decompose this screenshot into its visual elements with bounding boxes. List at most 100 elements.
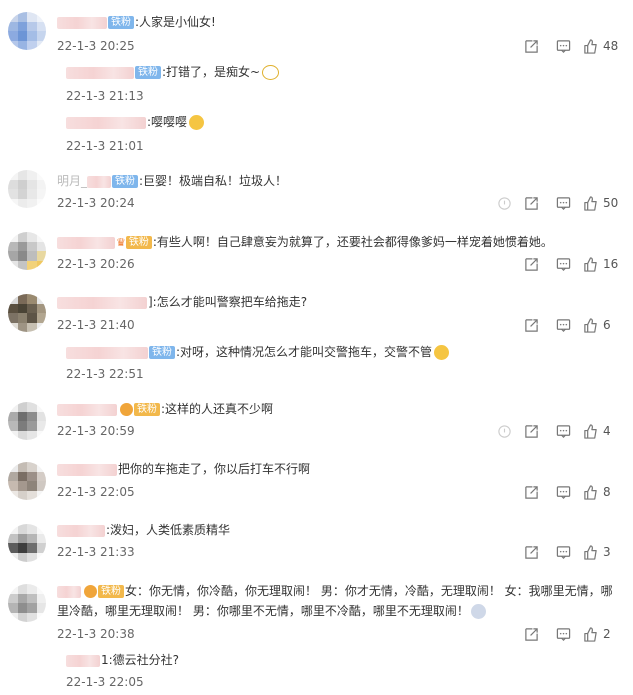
- comment-text: 把你的车拖走了，你以后打车不行啊: [118, 462, 311, 476]
- avatar[interactable]: [8, 170, 46, 208]
- comment-icon[interactable]: [547, 483, 579, 501]
- username[interactable]: [57, 524, 105, 537]
- avatar[interactable]: [8, 584, 46, 622]
- comment-text: :有些人啊！自己肆意妄为就算了，还要社会都得像爹妈一样宠着她惯着她。: [152, 235, 553, 249]
- comment-text-line-2: 里冷酷，哪里无理取闹！ 男：你哪里不无情，哪里不冷酷，哪里不无理取闹！: [57, 604, 469, 618]
- share-icon[interactable]: [515, 255, 547, 273]
- fan-badge: 铁粉: [125, 236, 152, 249]
- fan-badge: 铁粉: [112, 175, 139, 188]
- username[interactable]: [66, 346, 148, 359]
- fan-badge: 铁粉: [134, 403, 160, 416]
- fan-badge: 铁粉: [108, 16, 134, 29]
- comment-icon[interactable]: [547, 422, 579, 440]
- share-icon[interactable]: [515, 625, 547, 643]
- avatar[interactable]: [8, 294, 46, 332]
- username[interactable]: [66, 116, 146, 129]
- dog-emoji-icon: [434, 345, 450, 360]
- like-count: 4: [603, 424, 611, 438]
- like-icon[interactable]: [579, 422, 601, 440]
- crown-icon: ♛: [116, 235, 126, 249]
- reply-text: :对呀，这种情况怎么才能叫交警拖车，交警不管: [176, 345, 433, 359]
- username[interactable]: [87, 175, 112, 188]
- avatar[interactable]: [8, 524, 46, 562]
- comment-text: ]:怎么才能叫警察把车给拖走?: [148, 295, 308, 309]
- comment-date: 22-1-3 20:25: [57, 39, 135, 53]
- like-icon[interactable]: [579, 316, 601, 334]
- comment-actions: 6: [515, 316, 619, 334]
- more-icon[interactable]: [493, 194, 515, 212]
- like-count: 6: [603, 318, 611, 332]
- comment-actions: 48: [515, 37, 619, 55]
- username-fragment[interactable]: 明月_: [57, 174, 87, 188]
- comment-text-line-1: 女：你无情，你冷酷，你无理取闹！ 男：你才无情，冷酷，无理取闹！ 女：我哪里无情…: [125, 584, 613, 598]
- comment-icon[interactable]: [547, 255, 579, 273]
- comment-actions: 2: [515, 625, 619, 643]
- comment-text: :泼妇，人类低素质精华: [106, 523, 231, 537]
- avatar[interactable]: [8, 462, 46, 500]
- heart-eyes-emoji-icon: [84, 585, 97, 598]
- username[interactable]: [57, 403, 117, 416]
- heart-eyes-emoji-icon: [120, 403, 133, 416]
- like-icon[interactable]: [579, 194, 601, 212]
- dog-emoji-icon: [189, 115, 205, 130]
- like-count: 2: [603, 627, 611, 641]
- reply-date: 22-1-3 21:01: [66, 139, 144, 153]
- comment-icon[interactable]: [547, 625, 579, 643]
- share-icon[interactable]: [515, 422, 547, 440]
- username[interactable]: [57, 236, 115, 249]
- avatar[interactable]: [8, 12, 46, 50]
- reply-date: 22-1-3 22:51: [66, 367, 144, 381]
- username[interactable]: [57, 296, 147, 309]
- reply-text: 1:德云社分社?: [101, 653, 180, 667]
- comment-actions: 4: [493, 422, 619, 440]
- comment-date: 22-1-3 22:05: [57, 485, 135, 499]
- comment-actions: 16: [515, 255, 619, 273]
- share-icon[interactable]: [515, 543, 547, 561]
- comment-date: 22-1-3 21:33: [57, 545, 135, 559]
- like-count: 3: [603, 545, 611, 559]
- like-count: 50: [603, 196, 619, 210]
- like-count: 8: [603, 485, 611, 499]
- share-icon[interactable]: [515, 316, 547, 334]
- like-count: 48: [603, 39, 619, 53]
- share-icon[interactable]: [515, 37, 547, 55]
- share-icon[interactable]: [515, 483, 547, 501]
- fan-badge: 铁粉: [149, 346, 175, 359]
- comment-date: 22-1-3 20:26: [57, 257, 135, 271]
- reply-text: :嘤嘤嘤: [147, 115, 188, 129]
- avatar[interactable]: [8, 402, 46, 440]
- shocked-emoji-icon: [470, 604, 486, 619]
- more-icon[interactable]: [493, 422, 515, 440]
- reply-text: :打错了，是痴女~: [162, 65, 261, 79]
- like-icon[interactable]: [579, 37, 601, 55]
- comment-date: 22-1-3 20:38: [57, 627, 135, 641]
- fan-badge: 铁粉: [135, 66, 161, 79]
- glasses-emoji-icon: [262, 65, 280, 80]
- username[interactable]: [66, 66, 134, 79]
- comment-icon[interactable]: [547, 316, 579, 334]
- comment-actions: 3: [515, 543, 619, 561]
- comment-icon[interactable]: [547, 37, 579, 55]
- fan-badge: 铁粉: [98, 585, 124, 598]
- comment-icon[interactable]: [547, 194, 579, 212]
- comment-date: 22-1-3 20:24: [57, 196, 135, 210]
- comment-text: :巨婴！极端自私！垃圾人！: [139, 174, 288, 188]
- comment-date: 22-1-3 21:40: [57, 318, 135, 332]
- username[interactable]: [57, 16, 107, 29]
- like-icon[interactable]: [579, 483, 601, 501]
- like-icon[interactable]: [579, 625, 601, 643]
- like-icon[interactable]: [579, 543, 601, 561]
- reply-date: 22-1-3 22:05: [66, 675, 144, 689]
- comment-icon[interactable]: [547, 543, 579, 561]
- comment-text: :这样的人还真不少啊: [161, 402, 274, 416]
- comment-date: 22-1-3 20:59: [57, 424, 135, 438]
- like-count: 16: [603, 257, 619, 271]
- avatar[interactable]: [8, 232, 46, 270]
- username[interactable]: [66, 654, 100, 667]
- like-icon[interactable]: [579, 255, 601, 273]
- comment-actions: 50: [493, 194, 619, 212]
- username[interactable]: [57, 463, 117, 476]
- share-icon[interactable]: [515, 194, 547, 212]
- reply-date: 22-1-3 21:13: [66, 89, 144, 103]
- username[interactable]: [57, 585, 81, 598]
